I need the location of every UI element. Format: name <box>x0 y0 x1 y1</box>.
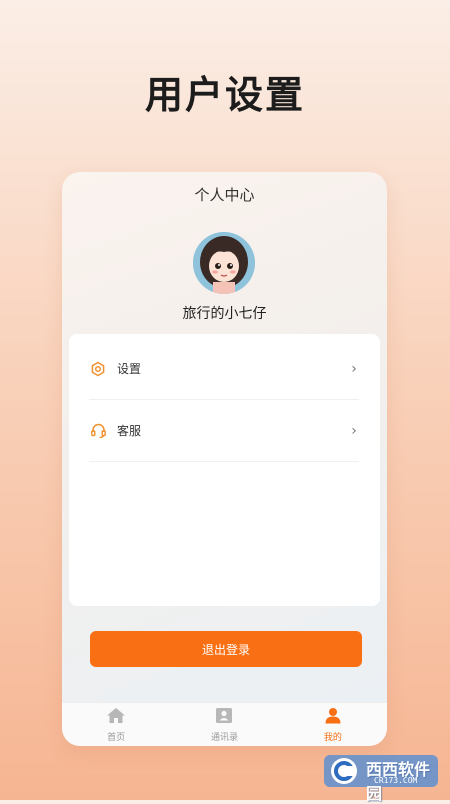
chevron-right-icon: › <box>351 422 357 439</box>
menu-item-settings[interactable]: 设置 › <box>89 338 359 400</box>
menu-card: 设置 › 客服 › <box>69 334 380 606</box>
avatar[interactable] <box>193 232 255 294</box>
chevron-right-icon: › <box>351 360 357 377</box>
tab-label: 我的 <box>323 733 342 743</box>
user-icon <box>324 707 342 728</box>
watermark-subtext: CR173.COM <box>374 776 418 785</box>
tab-contacts[interactable]: 通讯录 <box>170 703 278 746</box>
avatar-image <box>193 232 255 294</box>
contacts-icon <box>215 707 233 728</box>
page-title: 个人中心 <box>194 186 255 204</box>
phone-frame: 个人中心 旅行的小七仔 设置 › 客服 › 退出登录 首页 通讯录 我的 <box>62 172 387 746</box>
home-icon <box>106 707 126 728</box>
bottom-tab-bar: 首页 通讯录 我的 <box>62 702 387 746</box>
menu-item-customer-service[interactable]: 客服 › <box>89 400 359 462</box>
menu-item-label: 客服 <box>117 424 142 438</box>
logout-button[interactable]: 退出登录 <box>90 631 362 667</box>
page-headline: 用户设置 <box>144 73 305 117</box>
menu-item-label: 设置 <box>117 362 142 376</box>
tab-label: 通讯录 <box>210 733 238 743</box>
watermark: 西西软件园 CR173.COM <box>322 752 440 803</box>
tab-mine[interactable]: 我的 <box>279 703 387 746</box>
gear-icon <box>89 360 107 378</box>
headset-icon <box>89 422 107 440</box>
username: 旅行的小七仔 <box>182 306 267 322</box>
tab-label: 首页 <box>107 733 126 743</box>
tab-home[interactable]: 首页 <box>62 703 170 746</box>
